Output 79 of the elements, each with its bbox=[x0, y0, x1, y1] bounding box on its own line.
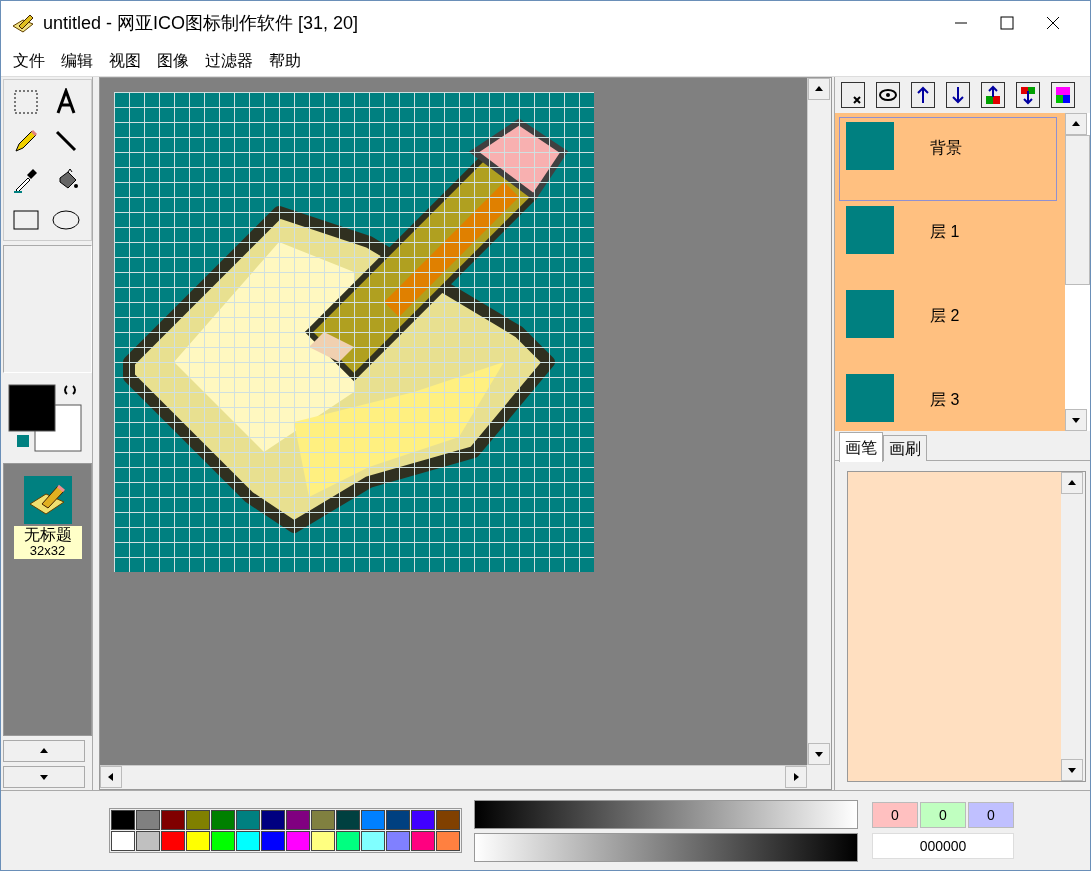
layer-row[interactable]: 层 2 bbox=[839, 285, 1057, 369]
scroll-up-button[interactable] bbox=[808, 78, 830, 100]
layer-name: 层 1 bbox=[930, 222, 960, 242]
layer-tool-button[interactable] bbox=[1016, 82, 1040, 108]
color-swatch[interactable] bbox=[261, 831, 285, 851]
layer-row[interactable]: 层 3 bbox=[839, 369, 1057, 431]
icon-thumbnail[interactable] bbox=[23, 476, 72, 524]
layer-tool-button[interactable] bbox=[1051, 82, 1075, 108]
layer-thumbnail bbox=[846, 206, 894, 254]
color-swatch[interactable] bbox=[186, 810, 210, 830]
rgb-value: 0 bbox=[920, 802, 966, 828]
swap-icon[interactable] bbox=[63, 383, 77, 397]
color-swatch[interactable] bbox=[286, 831, 310, 851]
color-swatch[interactable] bbox=[311, 810, 335, 830]
close-icon bbox=[1046, 16, 1060, 30]
color-swatch[interactable] bbox=[336, 831, 360, 851]
color-swatch[interactable] bbox=[211, 831, 235, 851]
rgb-value: 0 bbox=[968, 802, 1014, 828]
scroll-right-button[interactable] bbox=[785, 766, 807, 788]
layer-tool-button[interactable] bbox=[876, 82, 900, 108]
color-layer-icon bbox=[1053, 85, 1073, 105]
menu-item[interactable]: 图像 bbox=[149, 48, 197, 73]
color-swatch[interactable] bbox=[336, 810, 360, 830]
layer-row[interactable]: 层 1 bbox=[839, 201, 1057, 285]
scroll-up-button[interactable] bbox=[1061, 472, 1083, 494]
color-swatch[interactable] bbox=[111, 831, 135, 851]
scroll-up-button[interactable] bbox=[1065, 113, 1087, 135]
color-swatch[interactable] bbox=[111, 810, 135, 830]
scroll-down-button[interactable] bbox=[1065, 409, 1087, 431]
color-swatch[interactable] bbox=[411, 831, 435, 851]
layer-thumbnail bbox=[846, 290, 894, 338]
color-swatch[interactable] bbox=[136, 810, 160, 830]
layer-tool-button[interactable] bbox=[981, 82, 1005, 108]
layer-thumbnail bbox=[846, 374, 894, 422]
color-swatch[interactable] bbox=[161, 810, 185, 830]
color-swatch[interactable] bbox=[311, 831, 335, 851]
select-icon bbox=[12, 87, 40, 116]
layer-tool-button[interactable] bbox=[946, 82, 970, 108]
layer-name: 层 2 bbox=[930, 306, 960, 326]
delete-layer-icon bbox=[853, 96, 861, 104]
color-swatch[interactable] bbox=[161, 831, 185, 851]
color-swatch[interactable] bbox=[286, 810, 310, 830]
scroll-down-button[interactable] bbox=[1061, 759, 1083, 781]
maximize-icon bbox=[1000, 16, 1014, 30]
color-swatch[interactable] bbox=[261, 810, 285, 830]
menu-item[interactable]: 编辑 bbox=[53, 48, 101, 73]
color-swatch[interactable] bbox=[236, 810, 260, 830]
color-swatch[interactable] bbox=[361, 810, 385, 830]
color-swatch[interactable] bbox=[436, 831, 460, 851]
color-swatch[interactable] bbox=[386, 810, 410, 830]
color-swatch[interactable] bbox=[211, 810, 235, 830]
merge-down-icon bbox=[1018, 85, 1038, 105]
layer-row[interactable]: 背景 bbox=[839, 117, 1057, 201]
icon-label: 无标题 32x32 bbox=[13, 526, 82, 560]
rgb-value: 0 bbox=[872, 802, 918, 828]
layer-thumbnail bbox=[846, 122, 894, 170]
color-swatch[interactable] bbox=[361, 831, 385, 851]
tab[interactable]: 画笔 bbox=[839, 432, 883, 462]
color-swatch[interactable] bbox=[136, 831, 160, 851]
window-title: untitled - 网亚ICO图标制作软件 [31, 20] bbox=[43, 11, 359, 35]
merge-up-icon bbox=[983, 85, 1003, 105]
layer-name: 层 3 bbox=[930, 390, 960, 410]
menu-item[interactable]: 视图 bbox=[101, 48, 149, 73]
color-swatch[interactable] bbox=[411, 810, 435, 830]
menu-item[interactable]: 过滤器 bbox=[197, 48, 261, 73]
color-swatch[interactable] bbox=[386, 831, 410, 851]
scroll-left-button[interactable] bbox=[100, 766, 122, 788]
color-swatch[interactable] bbox=[236, 831, 260, 851]
menu-item[interactable]: 文件 bbox=[5, 48, 53, 73]
color-swatch[interactable] bbox=[436, 810, 460, 830]
layer-tool-button[interactable] bbox=[911, 82, 935, 108]
hex-value: 000000 bbox=[872, 833, 1014, 859]
tab[interactable]: 画刷 bbox=[883, 435, 927, 461]
menu-item[interactable]: 帮助 bbox=[261, 48, 309, 73]
app-icon bbox=[11, 12, 35, 34]
layer-tool-button[interactable] bbox=[841, 82, 865, 108]
layer-name: 背景 bbox=[930, 138, 962, 158]
scroll-down-button[interactable] bbox=[808, 743, 830, 765]
color-swatch[interactable] bbox=[186, 831, 210, 851]
